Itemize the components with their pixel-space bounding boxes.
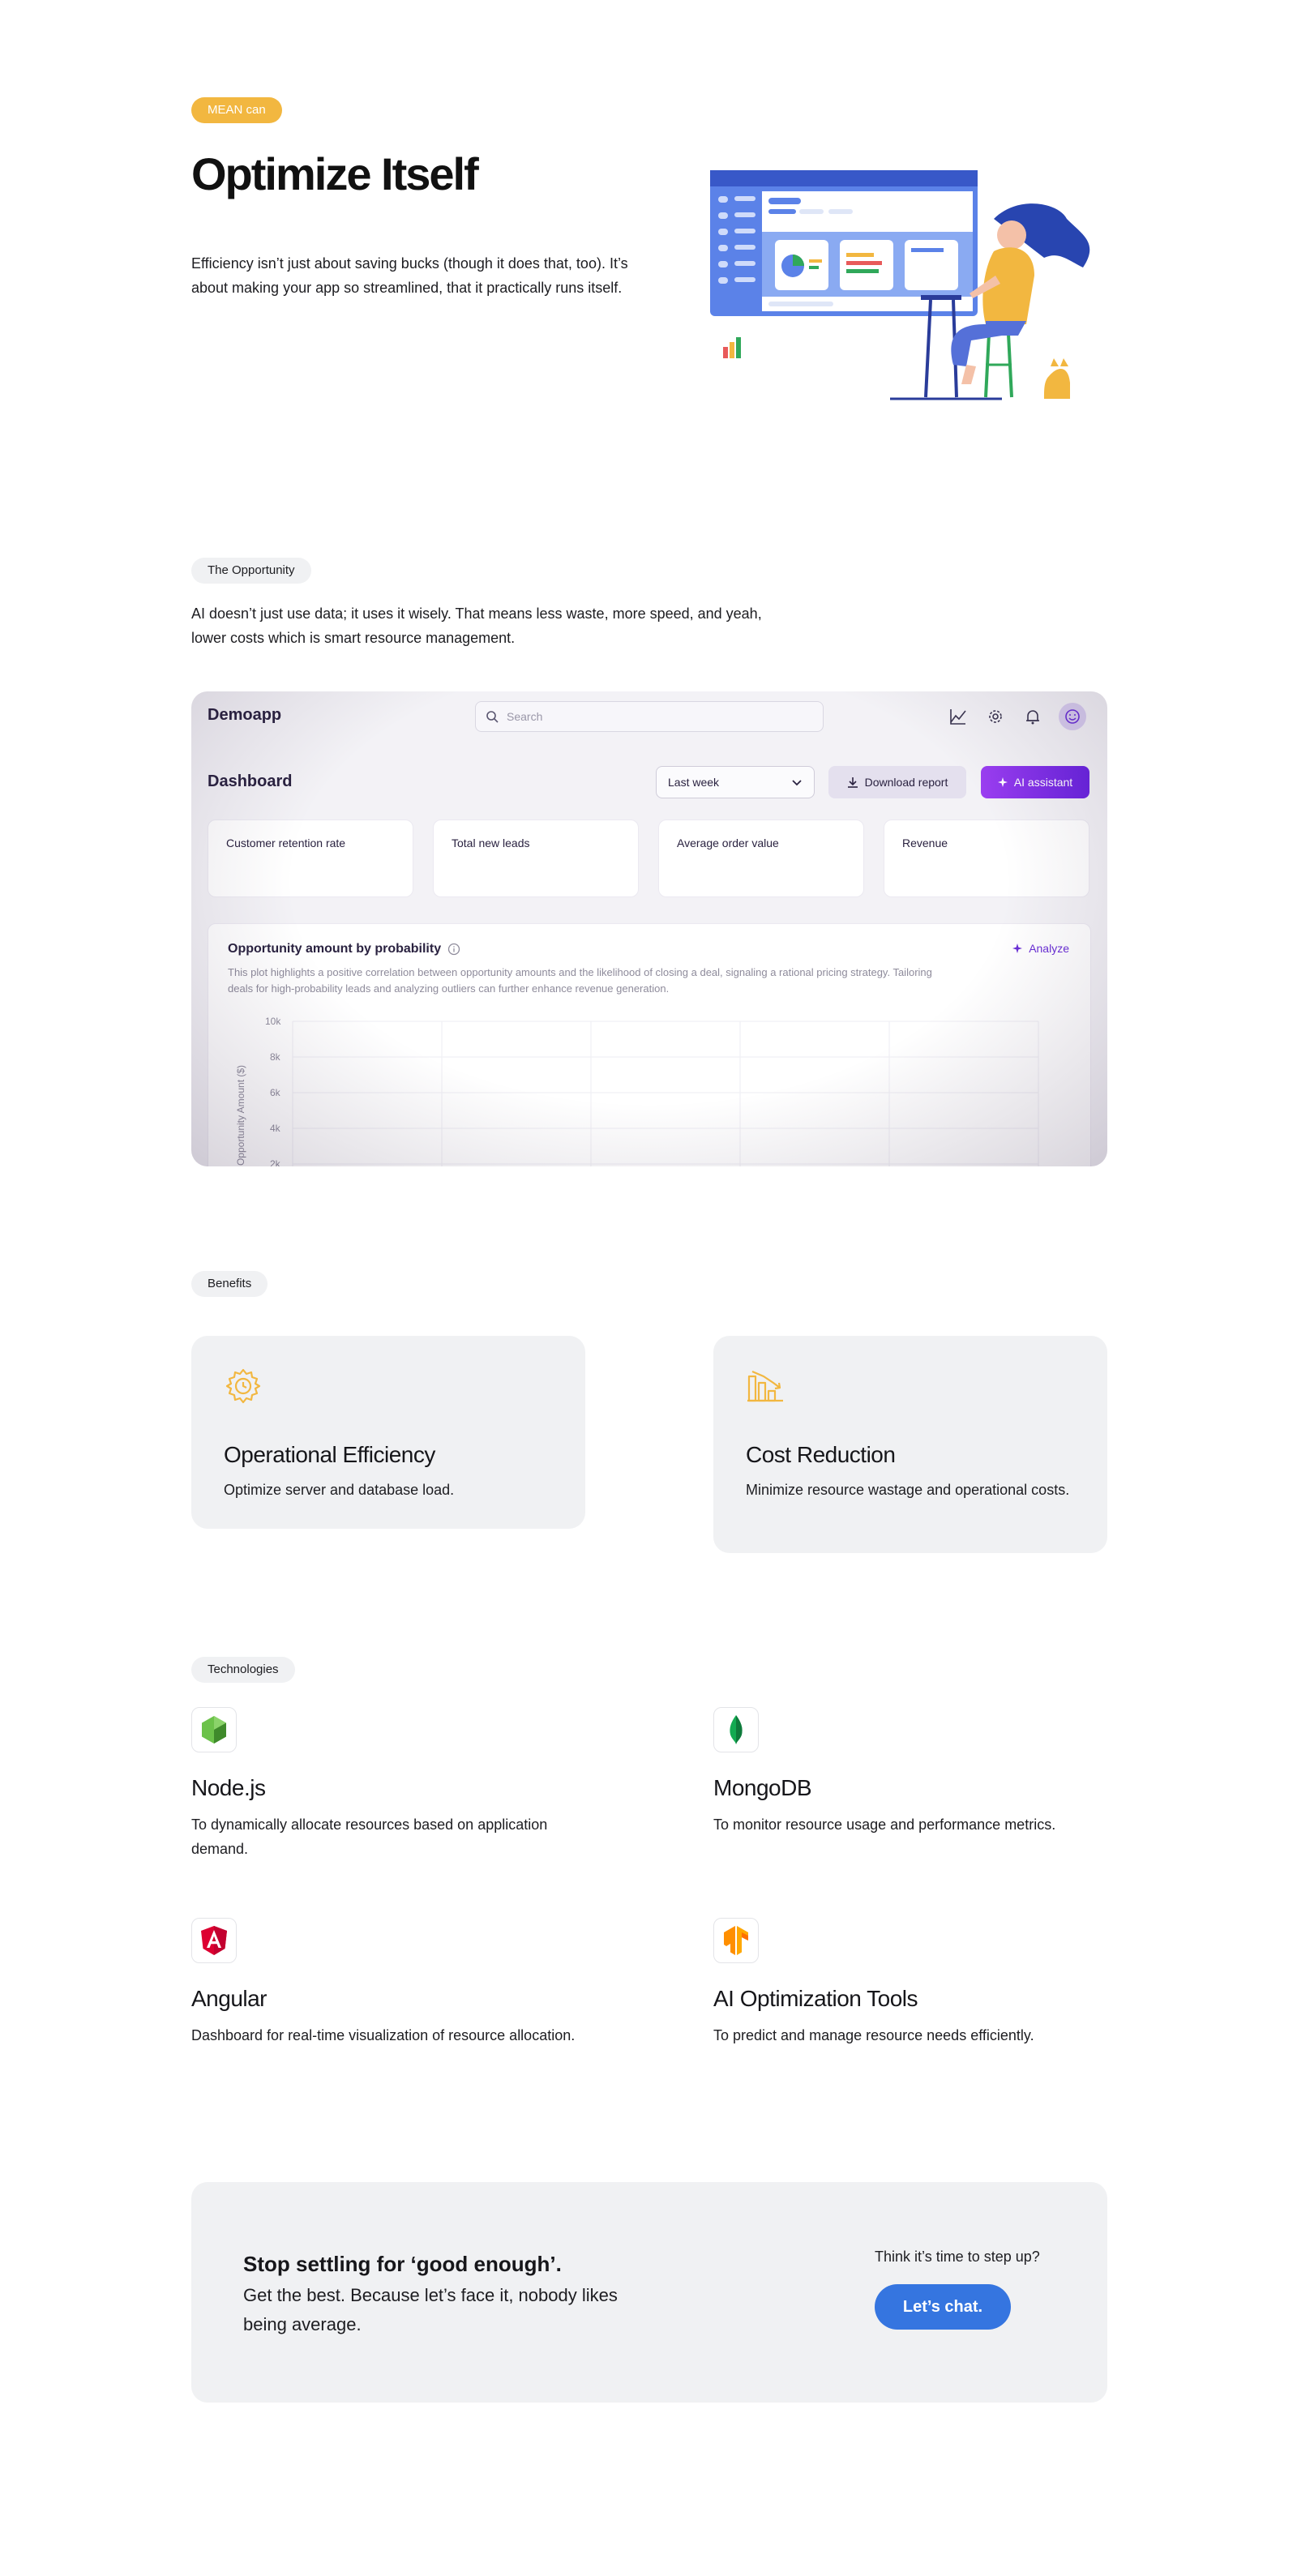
- demo-toolbar-icons: [947, 703, 1086, 730]
- demo-logo: Demoapp: [208, 706, 282, 724]
- chart-description: This plot highlights a positive correlat…: [228, 966, 932, 995]
- chevron-down-icon: [792, 780, 802, 786]
- metric-card-retention[interactable]: Customer retention rate: [208, 819, 413, 897]
- tech-title: AI Optimization Tools: [713, 1986, 918, 2011]
- demo-topbar: Demoapp Search: [191, 691, 1107, 743]
- angular-icon: [191, 1918, 237, 1963]
- metric-card-revenue[interactable]: Revenue: [884, 819, 1089, 897]
- bell-icon[interactable]: [1021, 705, 1044, 728]
- analyze-button[interactable]: Analyze: [1012, 942, 1069, 955]
- lets-chat-button[interactable]: Let’s chat.: [875, 2284, 1011, 2330]
- hero-section: MEAN can Optimize Itself Efficiency isn’…: [191, 97, 1107, 421]
- download-report-label: Download report: [864, 776, 948, 789]
- opportunity-description: AI doesn’t just use data; it uses it wis…: [191, 605, 762, 646]
- benefit-card-operational-efficiency: Operational Efficiency Optimize server a…: [191, 1336, 585, 1529]
- ai-assistant-button[interactable]: AI assistant: [981, 766, 1089, 798]
- benefit-title: Operational Efficiency: [224, 1442, 435, 1467]
- tech-item-mongodb: MongoDB To monitor resource usage and pe…: [713, 1707, 1102, 1837]
- tech-title: Node.js: [191, 1775, 266, 1800]
- y-tick-8k: 8k: [270, 1051, 281, 1063]
- opportunity-chart-card: Opportunity amount by probability Analyz…: [208, 923, 1091, 1166]
- technologies-badge: Technologies: [191, 1657, 295, 1683]
- tech-text: To monitor resource usage and performanc…: [713, 1816, 1056, 1833]
- y-tick-6k: 6k: [270, 1087, 281, 1098]
- tech-item-angular: Angular Dashboard for real-time visualiz…: [191, 1918, 580, 2048]
- download-report-button[interactable]: Download report: [828, 766, 966, 798]
- scatter-plot-area: Opportunity Amount ($) 10k 8k 6k 4k 2k: [235, 1016, 1039, 1166]
- opportunity-badge: The Opportunity: [191, 558, 311, 584]
- smiley-icon: [1065, 709, 1080, 724]
- mongodb-icon: [713, 1707, 759, 1752]
- period-select[interactable]: Last week: [656, 766, 815, 798]
- chart-title-text: Opportunity amount by probability: [228, 942, 442, 956]
- benefit-title: Cost Reduction: [746, 1442, 896, 1467]
- benefit-text: Optimize server and database load.: [224, 1482, 455, 1498]
- tech-text: To dynamically allocate resources based …: [191, 1816, 548, 1857]
- metric-card-order-value[interactable]: Average order value: [658, 819, 864, 897]
- cta-section: Stop settling for ‘good enough’. Get the…: [191, 2182, 1107, 2403]
- download-icon: [847, 777, 858, 788]
- hero-title: Optimize Itself: [191, 148, 479, 199]
- sparkle-icon: [997, 777, 1008, 787]
- gear-icon[interactable]: [984, 705, 1007, 728]
- hero-description: Efficiency isn’t just about saving bucks…: [191, 255, 628, 296]
- sparkle-icon: [1012, 944, 1023, 953]
- hero-badge: MEAN can: [191, 97, 282, 123]
- benefit-text: Minimize resource wastage and operationa…: [746, 1482, 1070, 1498]
- cta-question: Think it’s time to step up?: [875, 2249, 1040, 2265]
- chart-trend-icon[interactable]: [947, 705, 970, 728]
- nodejs-icon: [191, 1707, 237, 1752]
- y-ticks: 10k 8k 6k 4k 2k: [265, 1016, 281, 1166]
- y-tick-4k: 4k: [270, 1123, 281, 1134]
- y-tick-2k: 2k: [270, 1158, 281, 1166]
- period-select-value: Last week: [668, 776, 720, 789]
- search-icon: [486, 711, 499, 723]
- demo-page-title: Dashboard: [208, 772, 293, 790]
- tech-title: Angular: [191, 1986, 268, 2011]
- dashboard-person-illustration: [710, 170, 1090, 400]
- benefit-card-cost-reduction: Cost Reduction Minimize resource wastage…: [713, 1336, 1107, 1553]
- cost-down-chart-icon: [747, 1370, 783, 1402]
- opportunity-section: The Opportunity AI doesn’t just use data…: [191, 558, 1107, 650]
- tech-text: To predict and manage resource needs eff…: [713, 2027, 1034, 2043]
- cta-subtitle: Get the best. Because let’s face it, nob…: [243, 2285, 618, 2334]
- info-icon[interactable]: [447, 943, 460, 956]
- benefits-badge: Benefits: [191, 1271, 268, 1297]
- cta-title: Stop settling for ‘good enough’.: [243, 2252, 562, 2276]
- analyze-label: Analyze: [1029, 942, 1069, 955]
- tech-text: Dashboard for real-time visualization of…: [191, 2027, 576, 2043]
- grid-lines: [292, 1021, 1039, 1166]
- demo-dashboard-screenshot: Demoapp Search Dashboard Last week Downl…: [191, 691, 1107, 1166]
- chart-title: Opportunity amount by probability: [228, 942, 460, 956]
- y-axis-label: Opportunity Amount ($): [235, 1065, 246, 1166]
- y-tick-10k: 10k: [265, 1016, 281, 1027]
- metric-cards: Customer retention rate Total new leads …: [208, 819, 1089, 897]
- tech-item-nodejs: Node.js To dynamically allocate resource…: [191, 1707, 580, 1861]
- demo-search-placeholder: Search: [507, 710, 543, 723]
- metric-card-leads[interactable]: Total new leads: [433, 819, 639, 897]
- avatar[interactable]: [1059, 703, 1086, 730]
- gear-clock-icon: [225, 1368, 261, 1404]
- tensorflow-icon: [713, 1918, 759, 1963]
- tech-title: MongoDB: [713, 1775, 812, 1800]
- tech-item-ai-optimization-tools: AI Optimization Tools To predict and man…: [713, 1918, 1102, 2048]
- demo-search-input[interactable]: Search: [475, 701, 824, 732]
- ai-assistant-label: AI assistant: [1013, 776, 1073, 789]
